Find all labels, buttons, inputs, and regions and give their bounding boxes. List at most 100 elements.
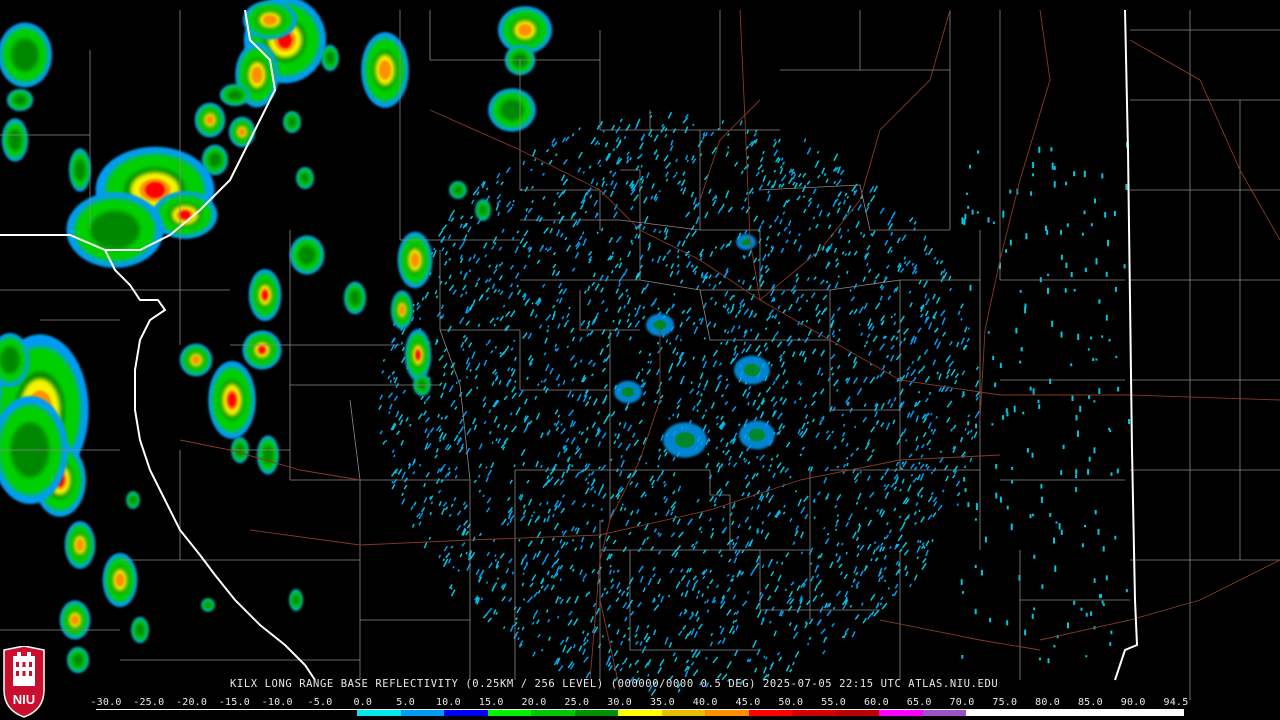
- clutter-speck: [1066, 223, 1069, 227]
- color-bar-segment: [1096, 710, 1141, 716]
- echo-blob-core: [743, 363, 761, 377]
- clutter-speck: [1051, 320, 1054, 327]
- clutter-speck: [1097, 528, 1100, 535]
- clutter-speck: [964, 488, 967, 492]
- clutter-speck: [965, 192, 968, 195]
- clutter-speck: [1088, 456, 1091, 462]
- clutter-speck: [1006, 505, 1009, 510]
- clutter-speck: [1079, 405, 1082, 412]
- clutter-speck: [1053, 644, 1056, 648]
- clutter-speck: [1011, 466, 1014, 470]
- storm-cell-inner: [325, 51, 335, 65]
- clutter-speck: [1019, 290, 1022, 293]
- storm-cell-core: [191, 355, 201, 365]
- clutter-speck: [1040, 496, 1043, 503]
- clutter-speck: [1093, 447, 1096, 454]
- clutter-speck: [977, 150, 980, 154]
- echo-blob-core: [675, 432, 695, 448]
- clutter-speck: [1077, 430, 1079, 437]
- clutter-speck: [1024, 306, 1027, 314]
- clutter-speck: [974, 564, 977, 569]
- clutter-speck: [1093, 578, 1096, 583]
- color-bar-segment: [357, 710, 401, 716]
- color-bar-segment: [792, 710, 836, 716]
- echo-blob-core: [748, 428, 766, 442]
- clutter-speck: [1101, 173, 1104, 179]
- storm-cell-inner: [74, 159, 86, 181]
- clutter-speck: [1081, 543, 1084, 548]
- clutter-speck: [967, 205, 970, 209]
- clutter-speck: [1058, 523, 1061, 530]
- storm-cell-inner: [499, 99, 525, 121]
- storm-cell-core: [518, 23, 532, 37]
- clutter-speck: [1029, 386, 1032, 391]
- clutter-speck: [1005, 408, 1008, 413]
- clutter-speck: [994, 382, 997, 388]
- clutter-speck: [974, 608, 977, 615]
- clutter-speck: [967, 502, 970, 507]
- scale-label: 20.0: [521, 697, 547, 708]
- scale-label: -15.0: [218, 697, 250, 708]
- clutter-speck: [1009, 239, 1012, 246]
- clutter-speck: [1041, 584, 1044, 589]
- storm-cell-core: [410, 252, 420, 268]
- clutter-speck: [992, 221, 995, 224]
- color-bar-segment: [1053, 710, 1097, 716]
- clutter-speck: [1039, 657, 1041, 661]
- clutter-speck: [975, 423, 978, 429]
- clutter-speck: [1115, 355, 1118, 359]
- scale-label: 0.0: [353, 697, 373, 708]
- clutter-speck: [1108, 338, 1111, 342]
- clutter-speck: [1050, 147, 1053, 152]
- clutter-speck: [1049, 378, 1052, 384]
- storm-cell-max: [258, 346, 266, 354]
- niu-logo: NIU: [3, 646, 45, 718]
- clutter-speck: [1077, 333, 1080, 340]
- clutter-speck: [1114, 286, 1117, 292]
- clutter-speck: [1047, 658, 1050, 664]
- clutter-speck: [1105, 271, 1108, 277]
- color-bar-segment: [922, 710, 967, 716]
- clutter-speck: [984, 536, 987, 543]
- logo-text: NIU: [13, 692, 35, 707]
- product-caption: KILX LONG RANGE BASE REFLECTIVITY (0.25K…: [230, 678, 999, 690]
- clutter-speck: [1087, 469, 1090, 475]
- clutter-speck: [963, 477, 966, 482]
- clutter-speck: [1104, 212, 1107, 218]
- clutter-speck: [1033, 554, 1036, 559]
- clutter-speck: [1092, 357, 1095, 361]
- clutter-speck: [1029, 514, 1032, 519]
- clutter-speck: [980, 569, 983, 576]
- clutter-speck: [1071, 395, 1074, 401]
- clutter-speck: [1113, 211, 1116, 217]
- scale-label: 70.0: [949, 697, 975, 708]
- clutter-speck: [1005, 249, 1008, 253]
- scale-label: 50.0: [778, 697, 804, 708]
- clutter-speck: [1002, 415, 1005, 420]
- storm-cell-inner: [287, 116, 297, 128]
- clutter-speck: [1030, 191, 1033, 196]
- scale-label: -10.0: [261, 697, 293, 708]
- clutter-speck: [1128, 419, 1131, 425]
- storm-cell-inner: [8, 129, 22, 151]
- clutter-speck: [961, 655, 964, 659]
- storm-cell-inner: [453, 185, 463, 195]
- clutter-speck: [999, 362, 1002, 368]
- clutter-speck: [1044, 225, 1047, 231]
- clutter-speck: [1062, 444, 1065, 449]
- clutter-speck: [1073, 289, 1076, 292]
- clutter-speck: [1102, 546, 1105, 552]
- clutter-speck: [1049, 513, 1052, 517]
- clutter-speck: [1109, 429, 1112, 433]
- storm-cell-inner: [13, 94, 27, 106]
- clutter-speck: [1085, 612, 1088, 617]
- clutter-speck: [1098, 299, 1101, 304]
- clutter-speck: [1090, 336, 1093, 340]
- scale-label: 94.5: [1163, 697, 1189, 708]
- storm-cell-inner: [0, 346, 20, 374]
- clutter-speck: [1006, 620, 1009, 626]
- clutter-speck: [1073, 171, 1076, 177]
- clutter-speck: [1010, 523, 1013, 531]
- color-bar-segment: [574, 710, 619, 716]
- clutter-speck: [1087, 348, 1090, 351]
